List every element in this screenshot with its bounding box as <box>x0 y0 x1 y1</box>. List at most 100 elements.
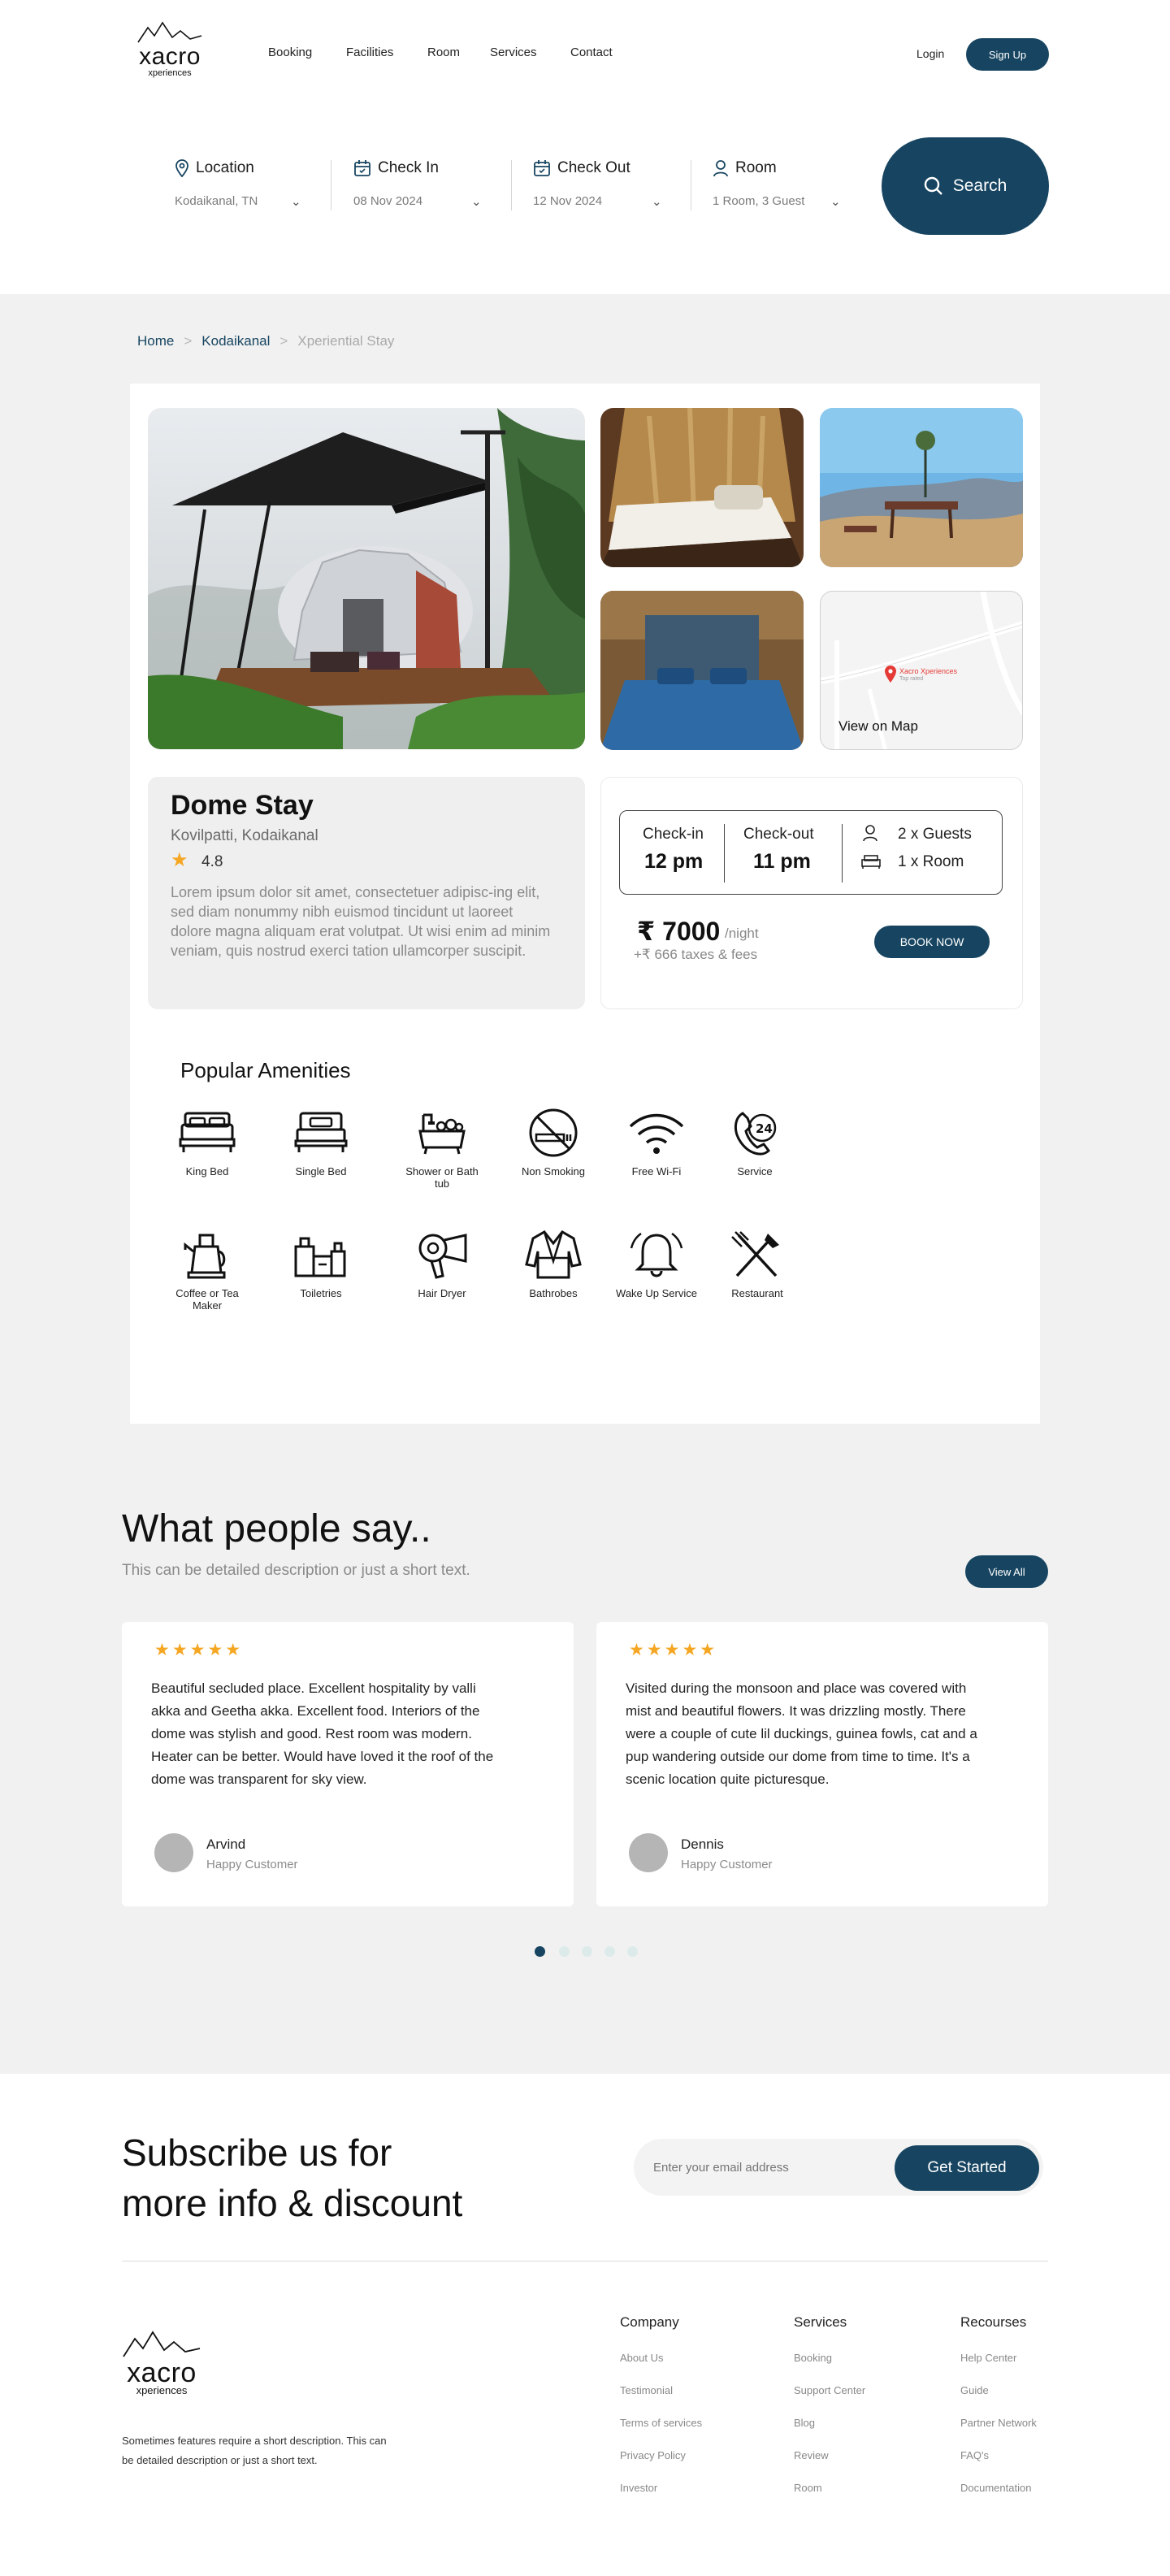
hair-dryer-icon <box>418 1234 467 1279</box>
nav-services[interactable]: Services <box>490 46 537 59</box>
reviewer-role: Happy Customer <box>206 1858 298 1871</box>
logo-text: xacro <box>127 2357 197 2388</box>
amenity-label: Bathrobes <box>529 1287 578 1299</box>
review-text: Visited during the monsoon and place was… <box>626 1680 977 1787</box>
nav-booking[interactable]: Booking <box>268 46 312 59</box>
carousel-dot[interactable] <box>627 1946 638 1957</box>
checkin-field[interactable]: Check In 08 Nov 2024 ⌄ <box>353 159 483 209</box>
footer-link[interactable]: Support Center <box>794 2384 865 2396</box>
footer-link[interactable]: Partner Network <box>960 2417 1037 2429</box>
bed-icon <box>861 855 881 869</box>
footer-link[interactable]: About Us <box>620 2352 663 2364</box>
kettle-icon <box>184 1234 226 1279</box>
testimonials-title: What people say.. <box>122 1507 431 1550</box>
footer-description: Sometimes features require a short descr… <box>122 2435 387 2466</box>
footer-link[interactable]: Investor <box>620 2482 657 2494</box>
toiletries-icon <box>294 1237 346 1277</box>
location-field[interactable]: Location Kodaikanal, TN ⌄ <box>175 159 305 209</box>
map-tile[interactable]: Xacro Xperiences Top rated View on Map <box>820 591 1023 750</box>
amenity-hair-dryer: Hair Dryer <box>397 1229 487 1299</box>
amenity-non-smoking: Non Smoking <box>509 1107 598 1177</box>
breadcrumb-home[interactable]: Home <box>137 333 174 349</box>
photo-blue-bedroom[interactable] <box>600 591 804 750</box>
amenity-toiletries: Toiletries <box>276 1229 366 1299</box>
book-now-button[interactable]: BOOK NOW <box>874 926 990 958</box>
rooms-count: 1 x Room <box>898 853 964 870</box>
price-taxes: +₹ 666 taxes & fees <box>634 947 758 962</box>
search-button-label: Search <box>952 176 1008 195</box>
search-button[interactable]: Search <box>882 137 1049 235</box>
footer-link[interactable]: Booking <box>794 2352 832 2364</box>
breadcrumb: Home > Kodaikanal > Xperiential Stay <box>137 333 394 349</box>
testimonials-subtitle: This can be detailed description or just… <box>122 1562 470 1579</box>
email-input[interactable] <box>653 2153 897 2181</box>
footer-link[interactable]: Guide <box>960 2384 989 2396</box>
logo-mountain-icon <box>123 2331 201 2357</box>
booking-summary: Check-in 12 pm Check-out 11 pm 2 x Guest… <box>619 810 1003 895</box>
amenity-label: King Bed <box>185 1165 229 1177</box>
footer-link[interactable]: Room <box>794 2482 822 2494</box>
avatar <box>629 1833 668 1872</box>
footer-link[interactable]: Terms of services <box>620 2417 702 2429</box>
nav-contact[interactable]: Contact <box>570 46 613 59</box>
property-info: Dome Stay Kovilpatti, Kodaikanal ★ 4.8 L… <box>148 777 585 1009</box>
review-text: Beautiful secluded place. Excellent hosp… <box>151 1680 494 1787</box>
nav-facilities[interactable]: Facilities <box>346 46 393 59</box>
user-icon <box>863 825 878 842</box>
amenity-label: Single Bed <box>295 1165 347 1177</box>
subscribe-title-line1: Subscribe us for <box>122 2131 392 2174</box>
amenity-label: Hair Dryer <box>418 1287 466 1299</box>
logo[interactable]: xacro xperiences <box>136 21 203 78</box>
login-link[interactable]: Login <box>916 47 944 60</box>
restaurant-icon <box>731 1231 779 1277</box>
footer-link[interactable]: Blog <box>794 2417 815 2429</box>
property-location: Kovilpatti, Kodaikanal <box>171 827 318 844</box>
signup-button[interactable]: Sign Up <box>966 38 1049 71</box>
photo-bedroom-tent[interactable] <box>600 408 804 567</box>
view-all-button[interactable]: View All <box>965 1555 1048 1588</box>
footer-link[interactable]: FAQ's <box>960 2449 989 2461</box>
user-icon <box>713 160 728 177</box>
photo-outdoor-view[interactable] <box>820 408 1023 567</box>
carousel-dot[interactable] <box>582 1946 592 1957</box>
bathrobe-icon <box>525 1230 582 1279</box>
footer-link[interactable]: Documentation <box>960 2482 1031 2494</box>
review-card: ★★★★★ Visited during the monsoon and pla… <box>596 1622 1048 1906</box>
star-icon: ★ <box>171 849 188 871</box>
carousel-dot[interactable] <box>559 1946 570 1957</box>
guests-count: 2 x Guests <box>898 826 972 843</box>
carousel-dot[interactable] <box>535 1946 545 1957</box>
footer-link[interactable]: Privacy Policy <box>620 2449 686 2461</box>
reviewer-name: Dennis <box>681 1837 724 1852</box>
room-label: Room <box>735 159 777 176</box>
breadcrumb-kodaikanal[interactable]: Kodaikanal <box>202 333 270 349</box>
checkout-field[interactable]: Check Out 12 Nov 2024 ⌄ <box>533 159 671 209</box>
logo-text: xacro <box>139 43 201 70</box>
logo-subtext: xperiences <box>148 68 192 78</box>
footer-link[interactable]: Review <box>794 2449 829 2461</box>
footer-company-title: Company <box>620 2314 679 2330</box>
footer-services-title: Services <box>794 2314 847 2330</box>
amenity-king-bed: King Bed <box>162 1107 252 1177</box>
amenity-label: Non Smoking <box>521 1165 586 1177</box>
get-started-button[interactable]: Get Started <box>895 2145 1039 2191</box>
nav-room[interactable]: Room <box>427 46 460 59</box>
calendar-icon <box>354 160 370 176</box>
carousel-dot[interactable] <box>604 1946 615 1957</box>
svg-text:24: 24 <box>756 1121 773 1136</box>
checkout-time-label: Check-out <box>743 826 814 843</box>
subscribe-title-line2: more info & discount <box>122 2182 463 2224</box>
reviewer-role: Happy Customer <box>681 1858 773 1871</box>
main-photo-dome[interactable] <box>148 408 585 749</box>
view-on-map-link[interactable]: View on Map <box>838 718 918 735</box>
footer-logo[interactable]: xacro xperiences <box>122 2331 202 2396</box>
checkin-time-label: Check-in <box>643 826 704 843</box>
footer-link[interactable]: Help Center <box>960 2352 1016 2364</box>
footer-link[interactable]: Testimonial <box>620 2384 673 2396</box>
property-rating: 4.8 <box>202 853 223 870</box>
checkin-label: Check In <box>378 159 439 176</box>
room-field[interactable]: Room 1 Room, 3 Guest ⌄ <box>713 159 859 209</box>
star-rating: ★★★★★ <box>154 1641 244 1659</box>
divider <box>511 160 512 210</box>
reviewer-name: Arvind <box>206 1837 246 1852</box>
